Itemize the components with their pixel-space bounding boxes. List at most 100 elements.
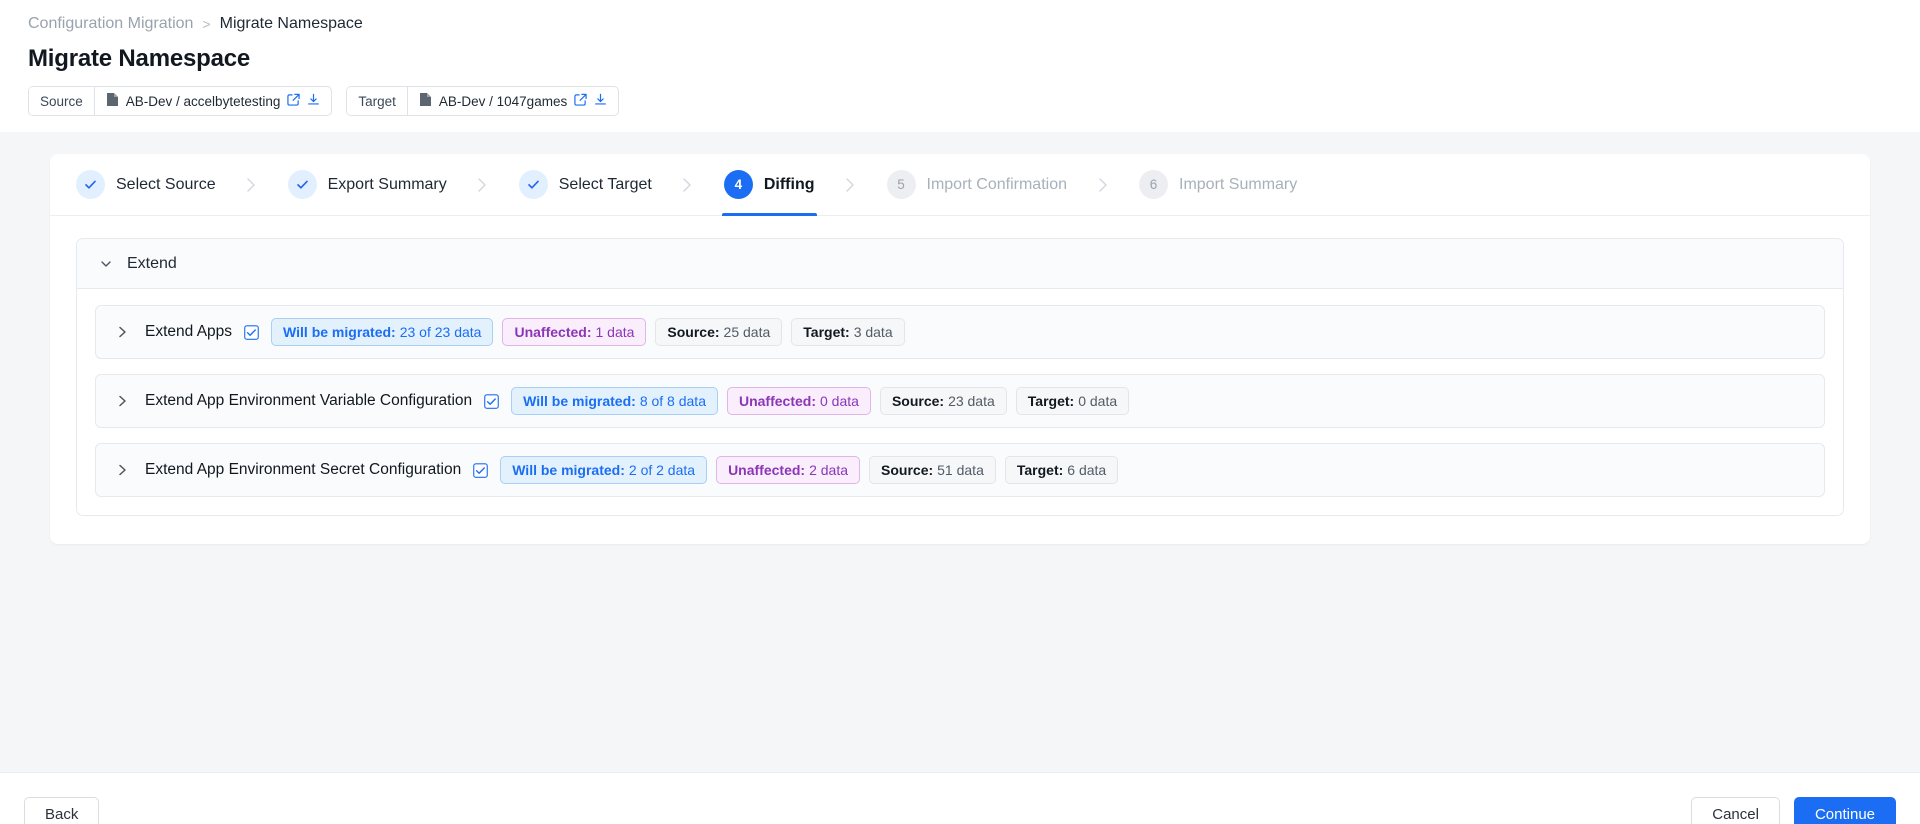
badge-neutral: Source: 23 data	[879, 387, 1007, 415]
stepper-item-import-summary[interactable]: 6 Import Summary	[1125, 154, 1311, 215]
badge-label: Target:	[1027, 393, 1075, 409]
badge-neutral: Source: 51 data	[869, 456, 996, 484]
footer-actions: Cancel Continue	[1691, 796, 1896, 824]
target-namespace-text: AB-Dev / 1047games	[438, 93, 568, 109]
chevron-right-icon	[230, 154, 274, 215]
namespace-chip-row: Source AB-Dev / accelbytetesting Target …	[28, 86, 1892, 132]
badge-label: Will be migrated:	[283, 324, 396, 340]
badge-label: Unaffected:	[728, 462, 806, 478]
check-icon	[287, 170, 317, 199]
stepper-item-label: Import Summary	[1179, 175, 1298, 193]
chevron-down-icon[interactable]	[99, 257, 113, 271]
breadcrumb-parent-link[interactable]: Configuration Migration	[28, 14, 193, 34]
badge-value: 1 data	[595, 324, 635, 340]
diff-body: Extend Extend Apps Will be migrated: 23 of…	[50, 216, 1870, 544]
document-icon	[419, 92, 432, 110]
diff-row: Extend Apps Will be migrated: 23 of 23 dat…	[95, 305, 1825, 359]
badge-unaffected: Unaffected: 0 data	[726, 387, 871, 415]
breadcrumb-separator: >	[202, 16, 211, 32]
checkbox-checked-icon[interactable]	[244, 324, 259, 340]
checkbox-checked-icon[interactable]	[484, 393, 499, 409]
source-namespace-text: AB-Dev / accelbytetesting	[125, 93, 281, 109]
badge-migrated: Will be migrated: 8 of 8 data	[511, 387, 718, 415]
badge-migrated: Will be migrated: 23 of 23 data	[271, 318, 494, 346]
continue-button[interactable]: Continue	[1793, 796, 1896, 824]
download-icon[interactable]	[307, 93, 320, 109]
chevron-right-icon[interactable]	[112, 390, 133, 412]
stepper-item-label: Select Source	[116, 175, 216, 193]
target-namespace-chip[interactable]: Target AB-Dev / 1047games	[346, 86, 620, 116]
step-number: 6	[1139, 170, 1168, 199]
chevron-right-icon	[461, 154, 505, 215]
step-number: 5	[886, 170, 916, 199]
badge-value: 23 data	[948, 393, 995, 409]
diff-row-name: Extend App Environment Variable Configur…	[145, 392, 473, 409]
source-chip-label: Source	[29, 87, 95, 115]
badge-value: 23 of 23 data	[399, 324, 482, 340]
page-title: Migrate Namespace	[28, 45, 251, 72]
badge-label: Source:	[891, 393, 945, 409]
stepper-item-export-summary[interactable]: Export Summary	[274, 154, 461, 215]
badge-migrated: Will be migrated: 2 of 2 data	[500, 456, 708, 484]
badge-neutral: Target: 0 data	[1015, 387, 1130, 415]
source-chip-value-group: AB-Dev / accelbytetesting	[95, 87, 332, 115]
badge-neutral: Target: 3 data	[791, 318, 905, 346]
diff-row-badges: Will be migrated: 23 of 23 data Unaffected…	[271, 318, 905, 346]
badge-value: 51 data	[937, 462, 984, 478]
main-canvas: Select Source Export Summary Select Target…	[0, 132, 1920, 772]
migration-stepper: Select Source Export Summary Select Target…	[50, 154, 1870, 216]
target-chip-value-group: AB-Dev / 1047games	[408, 87, 618, 115]
diff-row-badges: Will be migrated: 8 of 8 data Unaffected: 0…	[511, 387, 1130, 415]
stepper-item-label: Import Confirmation	[926, 175, 1068, 193]
diff-row-name: Extend Apps	[145, 323, 233, 340]
badge-neutral: Source: 25 data	[655, 318, 783, 346]
badge-label: Will be migrated:	[523, 393, 636, 409]
badge-neutral: Target: 6 data	[1004, 456, 1119, 484]
back-button[interactable]: Back	[24, 796, 100, 824]
download-icon[interactable]	[594, 93, 607, 109]
footer-bar: Back Cancel Continue	[0, 772, 1920, 824]
badge-label: Source:	[667, 324, 720, 340]
stepper-item-import-confirmation[interactable]: 5 Import Confirmation	[873, 154, 1082, 215]
badge-value: 6 data	[1067, 462, 1107, 478]
breadcrumb-current: Migrate Namespace	[219, 15, 363, 32]
badge-value: 8 of 8 data	[639, 393, 706, 409]
source-namespace-chip[interactable]: Source AB-Dev / accelbytetesting	[28, 86, 333, 116]
stepper-item-select-target[interactable]: Select Target	[505, 154, 666, 215]
checkbox-checked-icon[interactable]	[473, 462, 489, 478]
stepper-item-select-source[interactable]: Select Source	[62, 154, 230, 215]
badge-label: Unaffected:	[514, 324, 592, 340]
diff-row-badges: Will be migrated: 2 of 2 data Unaffected: 2…	[500, 456, 1119, 484]
chevron-right-icon[interactable]	[112, 459, 133, 481]
group-body: Extend Apps Will be migrated: 23 of 23 dat…	[77, 289, 1843, 515]
chevron-right-icon	[1081, 154, 1125, 215]
chevron-right-icon[interactable]	[112, 321, 133, 343]
badge-unaffected: Unaffected: 2 data	[716, 456, 861, 484]
group-title: Extend	[127, 254, 177, 272]
badge-value: 0 data	[820, 393, 859, 409]
document-icon	[106, 92, 119, 110]
badge-value: 0 data	[1078, 393, 1118, 409]
chevron-right-icon	[829, 154, 873, 215]
target-chip-label: Target	[347, 87, 408, 115]
stepper-item-label: Diffing	[763, 175, 815, 193]
external-link-icon[interactable]	[574, 93, 587, 109]
group-header-extend[interactable]: Extend	[77, 239, 1843, 289]
diff-row: Extend App Environment Variable Configur…	[95, 374, 1825, 428]
chevron-right-icon	[666, 154, 710, 215]
badge-value: 25 data	[723, 324, 771, 340]
step-number: 4	[723, 170, 753, 199]
badge-label: Target:	[803, 324, 850, 340]
badge-label: Target:	[1016, 462, 1064, 478]
stepper-item-label: Select Target	[558, 175, 652, 193]
check-icon	[76, 170, 105, 199]
badge-value: 2 data	[809, 462, 849, 478]
stepper-item-diffing[interactable]: 4 Diffing	[710, 154, 829, 216]
diff-row-name: Extend App Environment Secret Configurat…	[145, 461, 462, 478]
badge-label: Will be migrated:	[512, 462, 625, 478]
cancel-button[interactable]: Cancel	[1691, 796, 1780, 824]
breadcrumb: Configuration Migration > Migrate Namesp…	[28, 14, 1892, 34]
badge-label: Source:	[881, 462, 934, 478]
external-link-icon[interactable]	[287, 93, 301, 109]
page-header: Configuration Migration > Migrate Namesp…	[0, 0, 1920, 132]
